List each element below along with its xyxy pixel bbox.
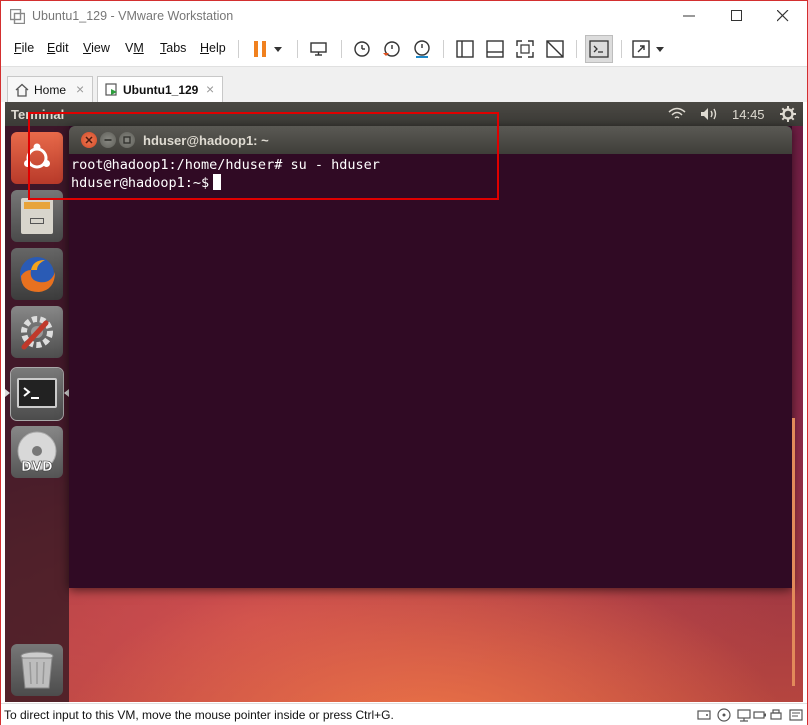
menu-help[interactable]: Help (200, 41, 226, 55)
menu-vm[interactable]: VM (125, 41, 144, 55)
toolbar-separator (238, 40, 239, 58)
minimize-icon (104, 139, 112, 141)
volume-icon[interactable] (700, 107, 720, 121)
terminal-prompt-line: hduser@hadoop1:~$ (71, 174, 380, 192)
console-view-button[interactable] (585, 35, 613, 63)
console-view-icon (589, 40, 609, 58)
toolbar-separator (621, 40, 622, 58)
terminal-cursor (213, 174, 222, 190)
menu-edit[interactable]: Edit (47, 41, 69, 55)
menu-tabs[interactable]: Tabs (160, 41, 186, 55)
send-ctrl-alt-del-icon[interactable] (307, 37, 331, 61)
terminal-maximize-button[interactable] (119, 132, 135, 148)
settings-wrench-icon (21, 316, 53, 350)
dvd-icon[interactable]: DVD (11, 426, 63, 478)
thumbnail-bar-icon[interactable] (483, 37, 507, 61)
maximize-icon (123, 136, 131, 144)
vmware-app-icon (10, 9, 25, 24)
toolbar-separator (341, 40, 342, 58)
terminal-title: hduser@hadoop1: ~ (143, 133, 269, 148)
pause-icon[interactable] (249, 37, 273, 61)
terminal-close-button[interactable] (81, 132, 97, 148)
tab-close-icon[interactable]: × (76, 81, 84, 97)
status-text: To direct input to this VM, move the mou… (4, 708, 394, 722)
close-icon (777, 10, 789, 22)
snapshot-icon[interactable] (350, 37, 374, 61)
ubuntu-dash-icon[interactable] (11, 132, 63, 184)
terminal-titlebar[interactable]: hduser@hadoop1: ~ (69, 126, 792, 154)
launcher-active-indicator (5, 389, 10, 397)
stretch-guest-icon[interactable] (629, 37, 653, 61)
vm-icon (105, 83, 117, 96)
power-dropdown-icon[interactable] (271, 37, 285, 61)
svg-text:DVD: DVD (21, 460, 53, 475)
minimize-icon (683, 15, 695, 17)
file-cabinet-icon (21, 198, 53, 234)
files-icon[interactable] (11, 190, 63, 242)
show-library-icon[interactable] (453, 37, 477, 61)
cd-dvd-status-icon[interactable] (717, 708, 731, 722)
hard-disk-status-icon[interactable] (697, 708, 711, 722)
status-bar: To direct input to this VM, move the mou… (1, 703, 807, 725)
maximize-button[interactable] (715, 1, 761, 32)
dvd-disc-icon: DVD (17, 431, 57, 475)
home-icon (15, 83, 29, 97)
system-menu-gear-icon[interactable] (780, 106, 796, 122)
full-screen-icon[interactable] (513, 37, 537, 61)
snapshot-manager-icon[interactable] (410, 37, 434, 61)
menu-file[interactable]: File (14, 41, 34, 55)
terminal-output[interactable]: root@hadoop1:/home/hduser# su - hduser hd… (71, 156, 380, 192)
terminal-icon[interactable] (10, 367, 64, 421)
tab-home-label: Home (34, 83, 67, 97)
ubuntu-top-panel: Terminal 14:45 (5, 102, 803, 126)
scroll-indicator (792, 418, 795, 686)
tab-bar: Home × Ubuntu1_129 × (1, 66, 807, 102)
close-button[interactable] (761, 1, 807, 32)
menu-view[interactable]: View (83, 41, 110, 55)
terminal-minimize-button[interactable] (100, 132, 116, 148)
system-settings-icon[interactable] (11, 306, 63, 358)
ubuntu-logo-icon (24, 143, 50, 169)
network-status-icon[interactable] (737, 708, 751, 722)
panel-clock[interactable]: 14:45 (732, 107, 765, 122)
minimize-button[interactable] (667, 1, 713, 32)
terminal-line: root@hadoop1:/home/hduser# su - hduser (71, 157, 380, 173)
close-icon (85, 136, 93, 144)
vm-display[interactable]: Terminal 14:45 DVD hduser@hadoop1: ~ roo… (5, 102, 803, 702)
trash-icon[interactable] (11, 644, 63, 696)
revert-snapshot-icon[interactable] (380, 37, 404, 61)
tab-home[interactable]: Home × (7, 76, 93, 102)
terminal-screen-icon (17, 378, 57, 408)
stretch-dropdown-icon[interactable] (653, 37, 667, 61)
vmware-window: Ubuntu1_129 - VMware Workstation File Ed… (0, 0, 808, 725)
window-title: Ubuntu1_129 - VMware Workstation (32, 9, 234, 23)
unity-launcher: DVD (5, 126, 69, 702)
toolbar-separator (443, 40, 444, 58)
firefox-icon[interactable] (11, 248, 63, 300)
tab-ubuntu-label: Ubuntu1_129 (123, 83, 199, 97)
toolbar-separator (297, 40, 298, 58)
terminal-window[interactable]: hduser@hadoop1: ~ root@hadoop1:/home/hdu… (69, 126, 792, 588)
title-bar: Ubuntu1_129 - VMware Workstation (1, 1, 807, 32)
wifi-icon[interactable] (667, 107, 687, 121)
trash-can-icon (20, 651, 54, 689)
unity-mode-icon[interactable] (543, 37, 567, 61)
panel-app-name: Terminal (11, 107, 65, 122)
usb-status-icon[interactable] (753, 708, 767, 722)
firefox-logo-icon (20, 257, 55, 292)
toolbar-separator (576, 40, 577, 58)
menu-bar: File Edit View VM Tabs Help (1, 32, 807, 66)
tab-close-icon[interactable]: × (206, 81, 214, 97)
maximize-icon (731, 10, 742, 21)
message-log-icon[interactable] (789, 708, 803, 722)
terminal-prompt: hduser@hadoop1:~$ (71, 175, 210, 191)
printer-status-icon[interactable] (769, 708, 783, 722)
tab-ubuntu1-129[interactable]: Ubuntu1_129 × (97, 76, 223, 102)
